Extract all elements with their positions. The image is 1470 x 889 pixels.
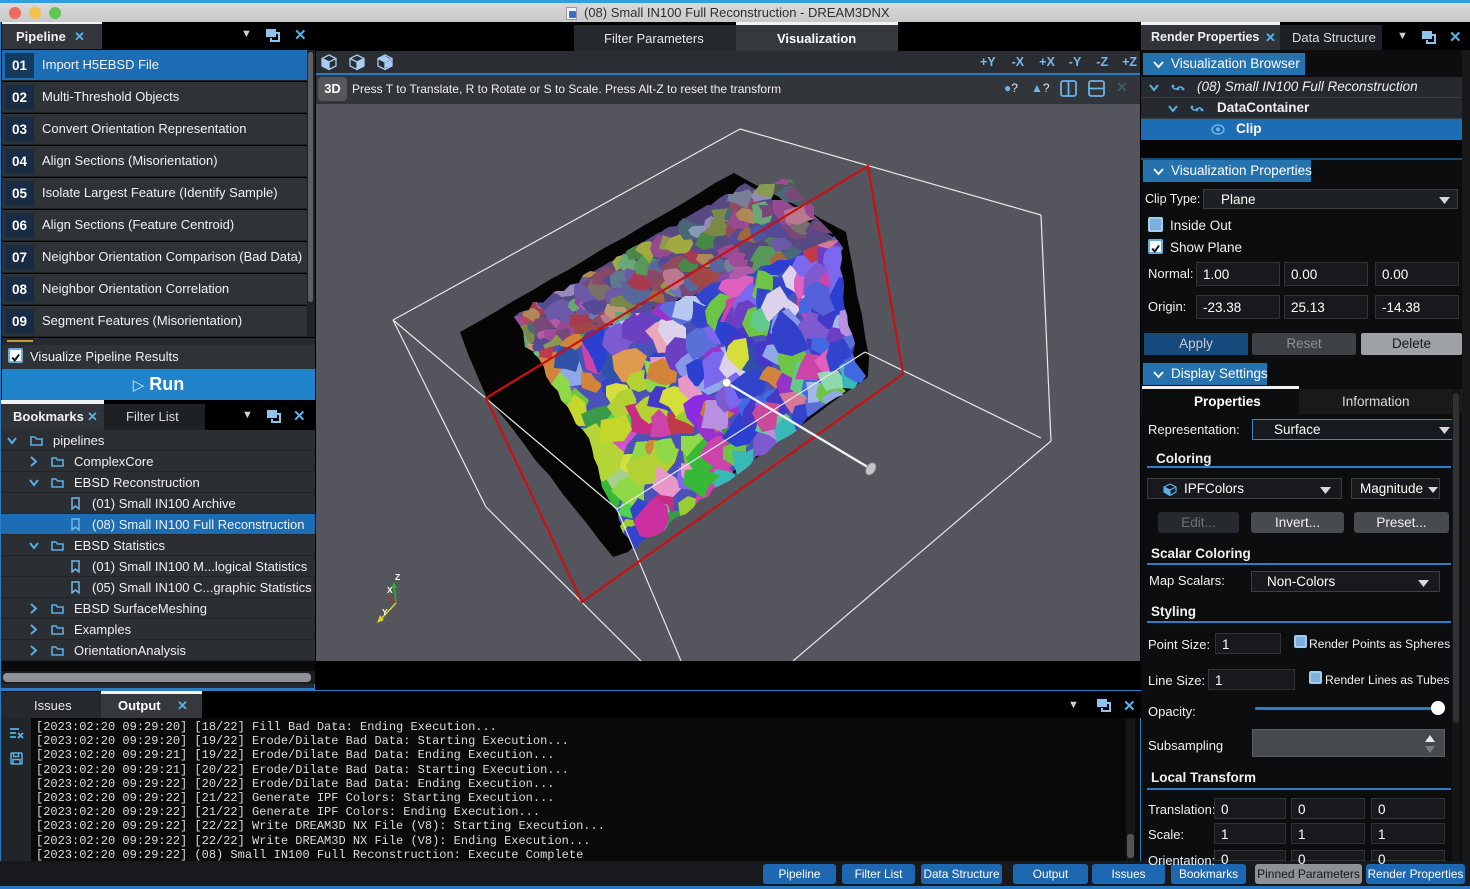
svg-text:Y: Y: [382, 607, 388, 617]
svg-text:X: X: [387, 585, 393, 595]
svg-text:Z: Z: [395, 572, 400, 582]
